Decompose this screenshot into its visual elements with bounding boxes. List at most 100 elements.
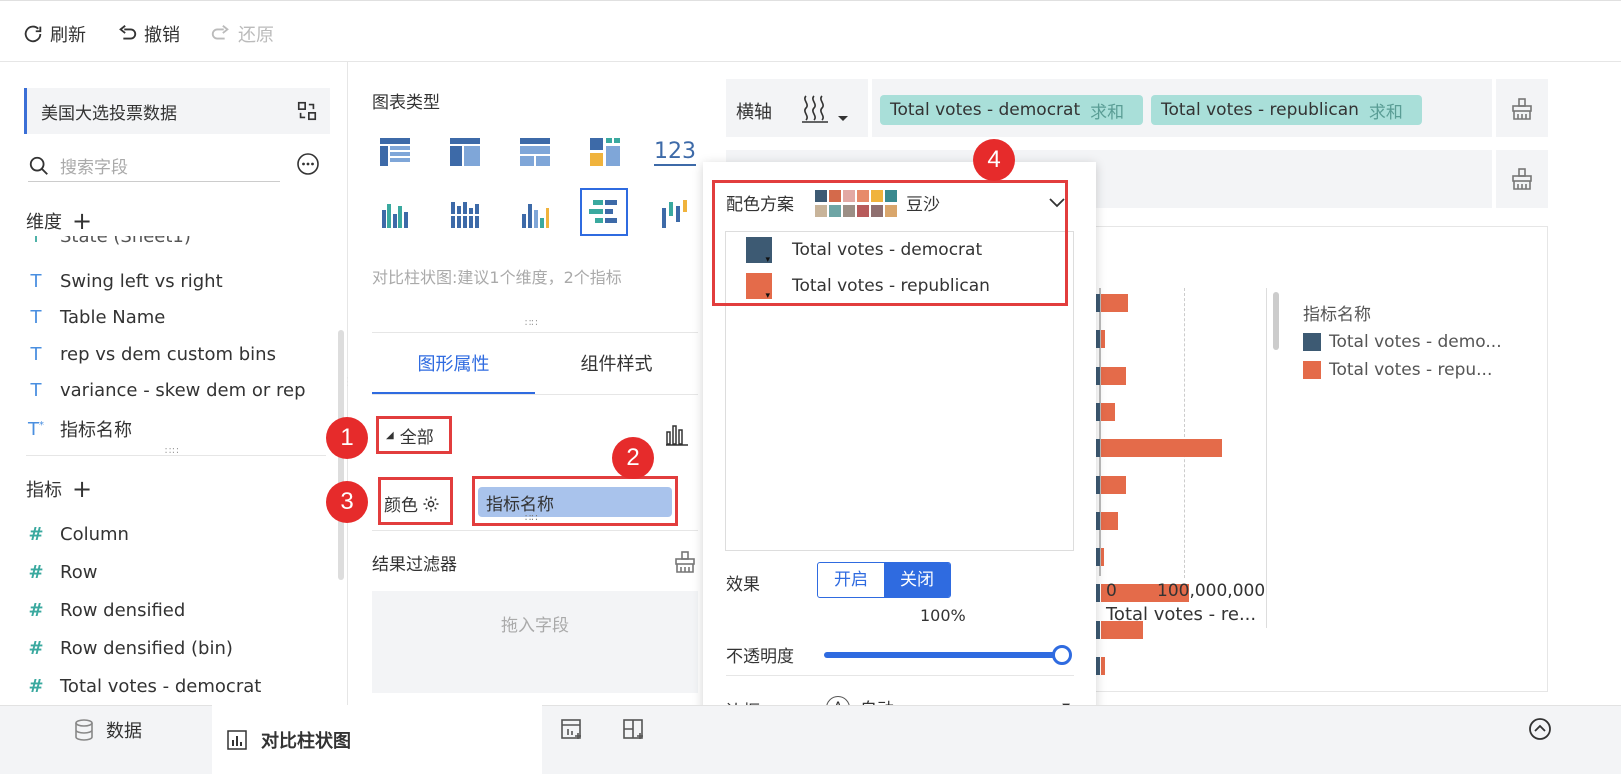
dimensions-header: 维度 + — [26, 208, 92, 234]
bar-democrat[interactable] — [1096, 402, 1100, 421]
undo-label: 撤销 — [144, 25, 180, 46]
pill-field-name: Total votes - democrat — [890, 100, 1081, 120]
dimension-label: Swing left vs right — [60, 271, 223, 292]
pill-agg: 求和 — [1368, 102, 1403, 123]
x-tick-label: 100,000,000 — [1157, 581, 1266, 601]
text-type-icon: T — [30, 307, 42, 328]
stacked-bar-icon[interactable] — [443, 192, 487, 236]
dimension-item[interactable]: T Swing left vs right — [26, 271, 223, 292]
measure-item[interactable]: # Total votes - democrat — [26, 676, 261, 697]
bar-republican[interactable] — [1101, 366, 1127, 385]
add-dashboard-icon[interactable] — [622, 717, 646, 746]
measure-item[interactable]: # Row densified — [26, 600, 185, 621]
dimension-label: variance - skew dem or rep — [60, 380, 306, 401]
more-options-icon[interactable] — [296, 152, 320, 181]
bar-democrat[interactable] — [1096, 511, 1100, 530]
legend-item[interactable]: Total votes - repu... — [1303, 360, 1492, 380]
add-chart-icon[interactable] — [560, 717, 584, 746]
refresh-button[interactable]: 刷新 — [22, 21, 86, 47]
detail-table-icon[interactable] — [513, 130, 557, 174]
kpi-card-icon[interactable] — [583, 130, 627, 174]
bar-democrat[interactable] — [1096, 330, 1100, 349]
redo-icon — [211, 25, 229, 40]
bar-chart-icon — [227, 729, 247, 750]
search-field[interactable]: 搜索字段 — [28, 150, 280, 182]
refresh-icon — [24, 25, 42, 43]
bar-republican[interactable] — [1101, 294, 1129, 312]
cross-table-icon[interactable] — [443, 130, 487, 174]
clear-brush-icon[interactable] — [1510, 167, 1534, 196]
legend-item[interactable]: Total votes - demo... — [1303, 332, 1502, 352]
tab-data-label: 数据 — [106, 721, 142, 742]
dimension-partial-row: T State (Sheet1) — [26, 236, 326, 254]
axis-sort-icon[interactable] — [800, 92, 852, 131]
dimension-item[interactable]: Tvariance - skew dem or rep — [26, 380, 306, 401]
dataset-name: 美国大选投票数据 — [41, 103, 177, 124]
tab-comparison-bar-chart[interactable]: 对比柱状图 — [212, 705, 542, 774]
bar-republican[interactable] — [1101, 402, 1115, 421]
tab-component-style[interactable]: 组件样式 — [535, 350, 698, 376]
clear-brush-icon[interactable] — [673, 550, 697, 579]
divider — [372, 394, 698, 395]
bar-republican[interactable] — [1101, 511, 1118, 530]
effect-off-button[interactable]: 关闭 — [884, 563, 950, 597]
x-tick-label: 0 — [1106, 581, 1117, 601]
dimension-label: rep vs dem custom bins — [60, 344, 276, 365]
measure-item[interactable]: # Row — [26, 562, 97, 583]
opacity-slider-track[interactable] — [824, 652, 1062, 658]
bar-democrat[interactable] — [1096, 439, 1100, 458]
dimension-item[interactable]: T* 指标名称 — [26, 416, 132, 442]
undo-button[interactable]: 撤销 — [116, 21, 180, 47]
dimension-item[interactable]: T Table Name — [26, 307, 166, 328]
tab-data[interactable]: 数据 — [74, 717, 142, 743]
measure-label: Row densified (bin) — [60, 638, 233, 659]
collapse-up-icon[interactable] — [1528, 717, 1552, 746]
dataset-selector[interactable]: 美国大选投票数据 — [24, 88, 330, 134]
metric-number-icon[interactable]: 123 — [653, 130, 697, 174]
bar-republican[interactable] — [1101, 330, 1105, 349]
bar-democrat[interactable] — [1096, 366, 1100, 385]
chart-scrollbar[interactable] — [1273, 292, 1279, 350]
measure-item[interactable]: # Column — [26, 524, 128, 545]
axis-field-pill-republican[interactable]: Total votes - republican 求和 — [1151, 95, 1422, 125]
divider — [26, 455, 326, 456]
number-type-icon: # — [28, 524, 44, 545]
effect-toggle: 开启 关闭 — [817, 562, 951, 598]
comparison-bar-icon-selected[interactable] — [580, 188, 628, 236]
bar-democrat[interactable] — [1096, 657, 1100, 675]
bar-republican[interactable] — [1101, 548, 1104, 567]
effect-on-button[interactable]: 开启 — [818, 563, 884, 597]
bar-democrat[interactable] — [1096, 584, 1100, 603]
drop-placeholder: 拖入字段 — [501, 616, 569, 636]
measure-item[interactable]: # Row densified (bin) — [26, 638, 233, 659]
clear-brush-icon[interactable] — [1510, 97, 1534, 126]
search-input[interactable]: 搜索字段 — [60, 153, 128, 178]
resize-handle[interactable]: ∷∷ — [525, 318, 538, 329]
bar-republican[interactable] — [1101, 657, 1105, 675]
tab-graphic-properties[interactable]: 图形属性 — [372, 350, 535, 376]
bar-democrat[interactable] — [1096, 475, 1100, 494]
divider — [726, 675, 1074, 676]
opacity-slider-handle[interactable] — [1052, 645, 1072, 665]
grouped-bar-icon[interactable] — [373, 192, 417, 236]
redo-button[interactable]: 还原 — [210, 21, 274, 47]
bar-republican[interactable] — [1101, 475, 1127, 494]
dimension-item[interactable]: Trep vs dem custom bins — [26, 344, 276, 365]
bar-republican[interactable] — [1101, 439, 1222, 458]
add-dimension-icon[interactable]: + — [72, 209, 92, 233]
effect-label: 效果 — [726, 575, 760, 595]
bar-chart-icon[interactable] — [666, 424, 688, 451]
axis-field-pill-democrat[interactable]: Total votes - democrat 求和 — [880, 95, 1143, 125]
dimension-label: 指标名称 — [60, 420, 132, 441]
range-bar-icon[interactable] — [653, 192, 697, 236]
switch-dataset-icon[interactable] — [296, 100, 318, 122]
add-measure-icon[interactable]: + — [72, 477, 92, 501]
table-chart-icon[interactable] — [373, 130, 417, 174]
column-chart-icon[interactable] — [513, 192, 557, 236]
filter-drop-zone[interactable]: 拖入字段 — [372, 591, 698, 693]
undo-icon — [119, 25, 137, 40]
bar-democrat[interactable] — [1096, 294, 1100, 312]
bar-democrat[interactable] — [1096, 548, 1100, 567]
bar-democrat[interactable] — [1096, 620, 1100, 639]
divider — [372, 530, 698, 531]
